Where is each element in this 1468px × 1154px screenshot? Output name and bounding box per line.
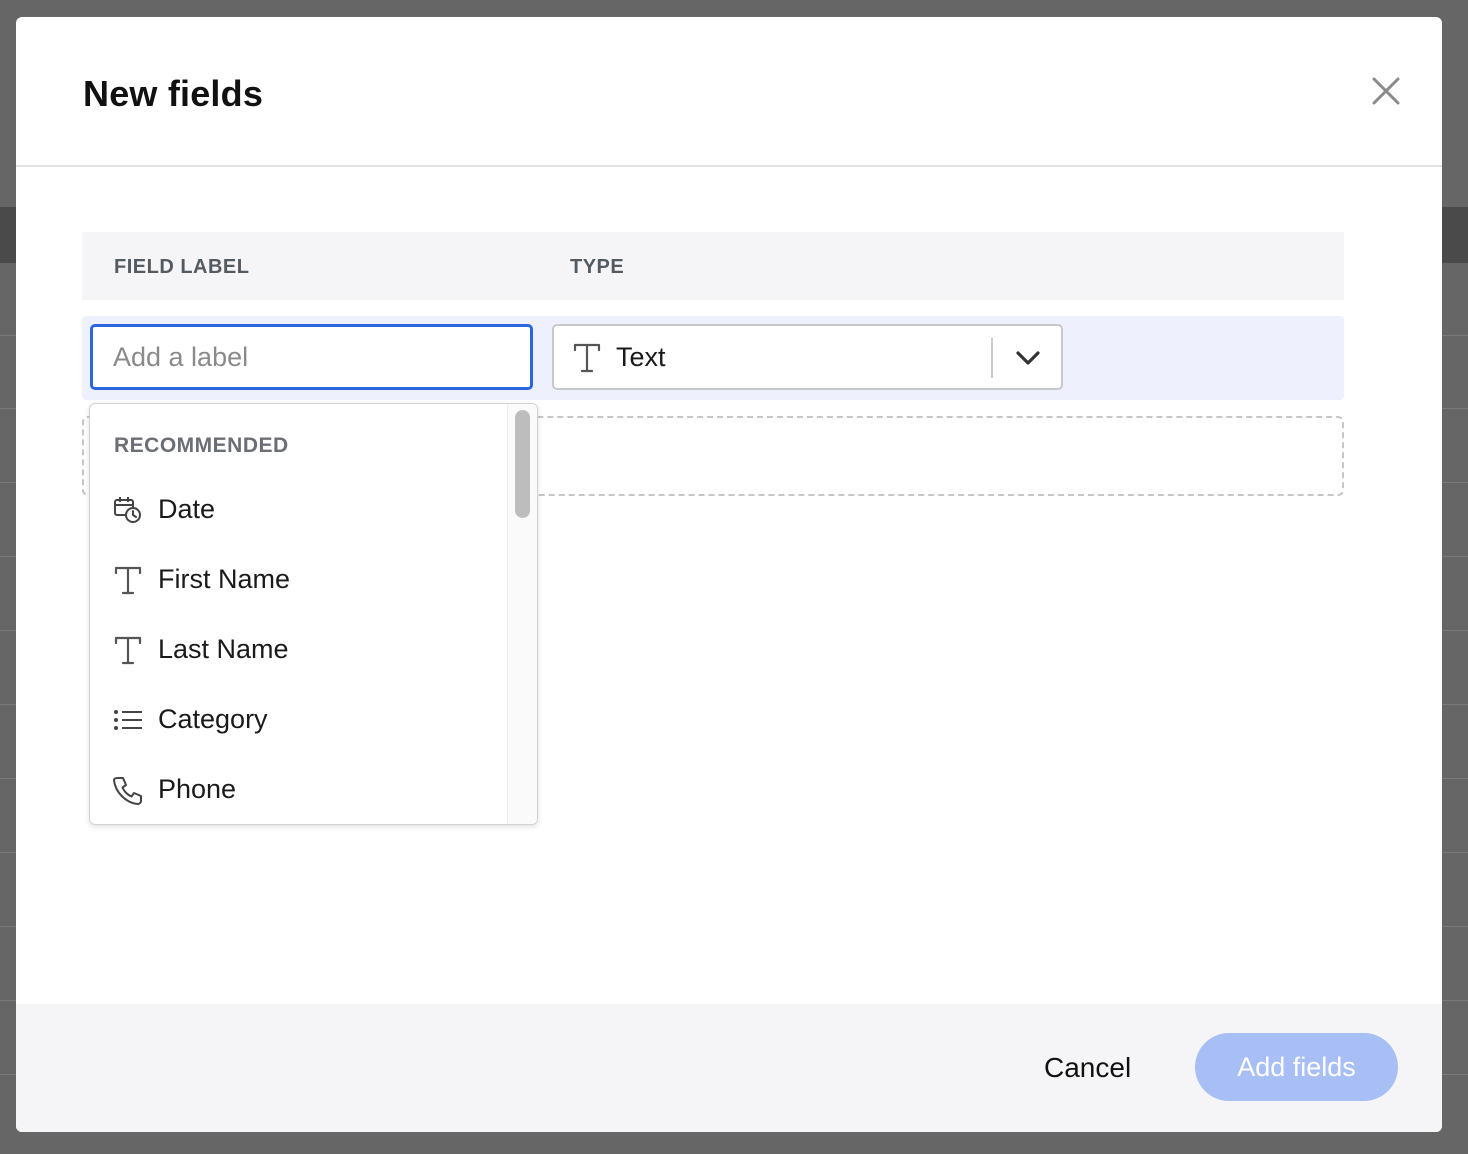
cancel-button[interactable]: Cancel bbox=[1036, 1048, 1139, 1088]
close-icon bbox=[1372, 77, 1400, 105]
dropdown-item-category[interactable]: Category bbox=[90, 690, 506, 750]
recommended-labels-dropdown: RECOMMENDED Date First Name Last Name Ca… bbox=[89, 403, 538, 825]
column-header-field-label: FIELD LABEL bbox=[114, 256, 250, 278]
dropdown-item-last-name[interactable]: Last Name bbox=[90, 620, 506, 680]
close-button[interactable] bbox=[1370, 75, 1402, 107]
dropdown-item-first-name[interactable]: First Name bbox=[90, 550, 506, 610]
dropdown-item-label: Category bbox=[158, 704, 268, 734]
dropdown-item-label: Last Name bbox=[158, 634, 289, 664]
new-fields-modal: New fields FIELD LABEL TYPE Text RECOMME… bbox=[16, 17, 1442, 1132]
fields-table-header: FIELD LABEL TYPE bbox=[82, 232, 1344, 300]
field-type-value: Text bbox=[616, 342, 666, 372]
text-type-icon bbox=[114, 636, 142, 665]
text-type-icon bbox=[114, 566, 142, 595]
field-label-input[interactable] bbox=[90, 324, 533, 390]
field-type-select[interactable]: Text bbox=[552, 324, 1063, 390]
modal-header: New fields bbox=[16, 17, 1442, 167]
dropdown-item-label: Date bbox=[158, 494, 216, 524]
phone-icon bbox=[113, 777, 142, 805]
dropdown-item-label: First Name bbox=[158, 564, 291, 594]
chevron-down-icon bbox=[1016, 351, 1040, 365]
column-header-type: TYPE bbox=[570, 256, 625, 278]
dropdown-heading: RECOMMENDED bbox=[114, 434, 289, 457]
calendar-clock-icon bbox=[114, 497, 141, 523]
scrollbar-thumb[interactable] bbox=[515, 410, 530, 518]
modal-title: New fields bbox=[83, 73, 264, 114]
select-divider bbox=[991, 338, 993, 378]
dropdown-scrollbar[interactable] bbox=[507, 404, 537, 824]
modal-footer: Cancel Add fields bbox=[16, 1004, 1442, 1132]
text-type-icon bbox=[573, 343, 601, 373]
list-icon bbox=[114, 710, 142, 730]
field-row: Text bbox=[82, 316, 1344, 400]
dropdown-item-phone[interactable]: Phone bbox=[90, 760, 506, 820]
dropdown-item-date[interactable]: Date bbox=[90, 480, 506, 540]
dropdown-item-label: Phone bbox=[158, 774, 237, 804]
add-fields-button[interactable]: Add fields bbox=[1195, 1033, 1398, 1101]
